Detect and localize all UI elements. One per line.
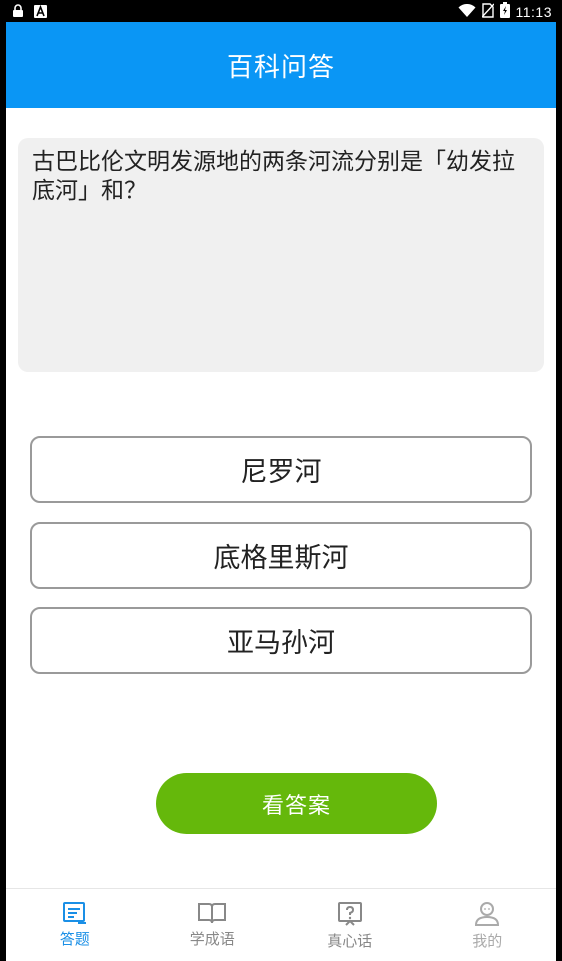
bottom-tab-bar: 答题 学成语 真心话 我的 <box>6 888 556 961</box>
no-sim-icon <box>480 2 495 22</box>
option-button-2[interactable]: 底格里斯河 <box>30 522 532 589</box>
quiz-icon <box>62 901 88 925</box>
tab-truth[interactable]: 真心话 <box>281 889 419 961</box>
status-time: 11:13 <box>515 4 552 20</box>
show-answer-button[interactable]: 看答案 <box>156 773 437 834</box>
tab-label: 答题 <box>59 930 90 948</box>
tab-profile[interactable]: 我的 <box>419 889 557 961</box>
question-card-icon <box>336 901 364 927</box>
tab-label: 学成语 <box>189 930 235 948</box>
option-button-3[interactable]: 亚马孙河 <box>30 607 532 674</box>
question-card: 古巴比伦文明发源地的两条河流分别是「幼发拉底河」和？ <box>18 138 544 372</box>
status-bar: 11:13 <box>0 0 562 22</box>
a-icon <box>34 3 47 22</box>
tab-label: 我的 <box>472 932 503 950</box>
page-title: 百科问答 <box>226 52 335 83</box>
tab-quiz[interactable]: 答题 <box>6 889 144 961</box>
user-icon <box>473 901 501 927</box>
battery-charging-icon <box>499 2 510 22</box>
wifi-icon <box>458 3 476 22</box>
question-text: 古巴比伦文明发源地的两条河流分别是「幼发拉底河」和？ <box>32 149 515 204</box>
book-icon <box>197 901 227 925</box>
tab-idioms[interactable]: 学成语 <box>144 889 282 961</box>
lock-icon <box>12 3 24 22</box>
app-screen: 百科问答 古巴比伦文明发源地的两条河流分别是「幼发拉底河」和？ 尼罗河 底格里斯… <box>6 22 556 961</box>
tab-label: 真心话 <box>327 932 373 950</box>
option-button-1[interactable]: 尼罗河 <box>30 436 532 503</box>
app-header: 百科问答 <box>6 22 556 108</box>
